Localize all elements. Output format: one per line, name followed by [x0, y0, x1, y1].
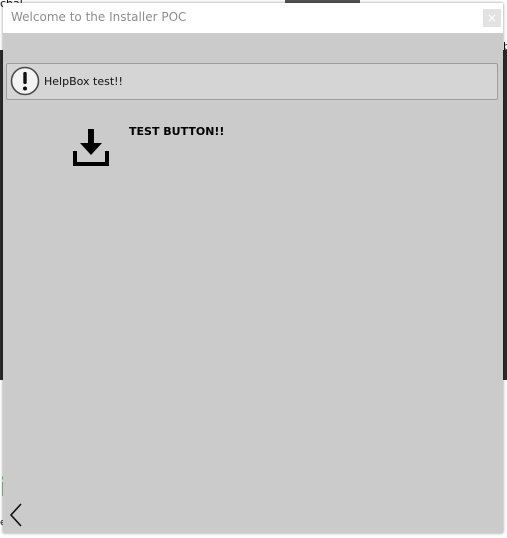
test-button[interactable]: TEST BUTTON!!	[69, 123, 269, 171]
download-icon	[73, 129, 109, 166]
dialog-title: Welcome to the Installer POC	[11, 10, 187, 24]
exclamation-circle-icon	[10, 66, 40, 96]
helpbox-text: HelpBox test!!	[44, 75, 123, 88]
installer-dialog: Welcome to the Installer POC × HelpBox t…	[3, 3, 503, 533]
close-icon: ×	[486, 11, 498, 25]
background-text-fragment-right: b	[503, 40, 507, 53]
helpbox: HelpBox test!!	[6, 63, 498, 100]
test-button-label: TEST BUTTON!!	[129, 125, 225, 138]
screen: chal b i e Welcome to the Installer POC …	[0, 0, 507, 538]
dialog-titlebar[interactable]: Welcome to the Installer POC ×	[3, 3, 503, 33]
background-dark-panel-right	[503, 50, 507, 380]
back-chevron-icon[interactable]	[8, 502, 24, 528]
close-button[interactable]: ×	[483, 9, 501, 27]
